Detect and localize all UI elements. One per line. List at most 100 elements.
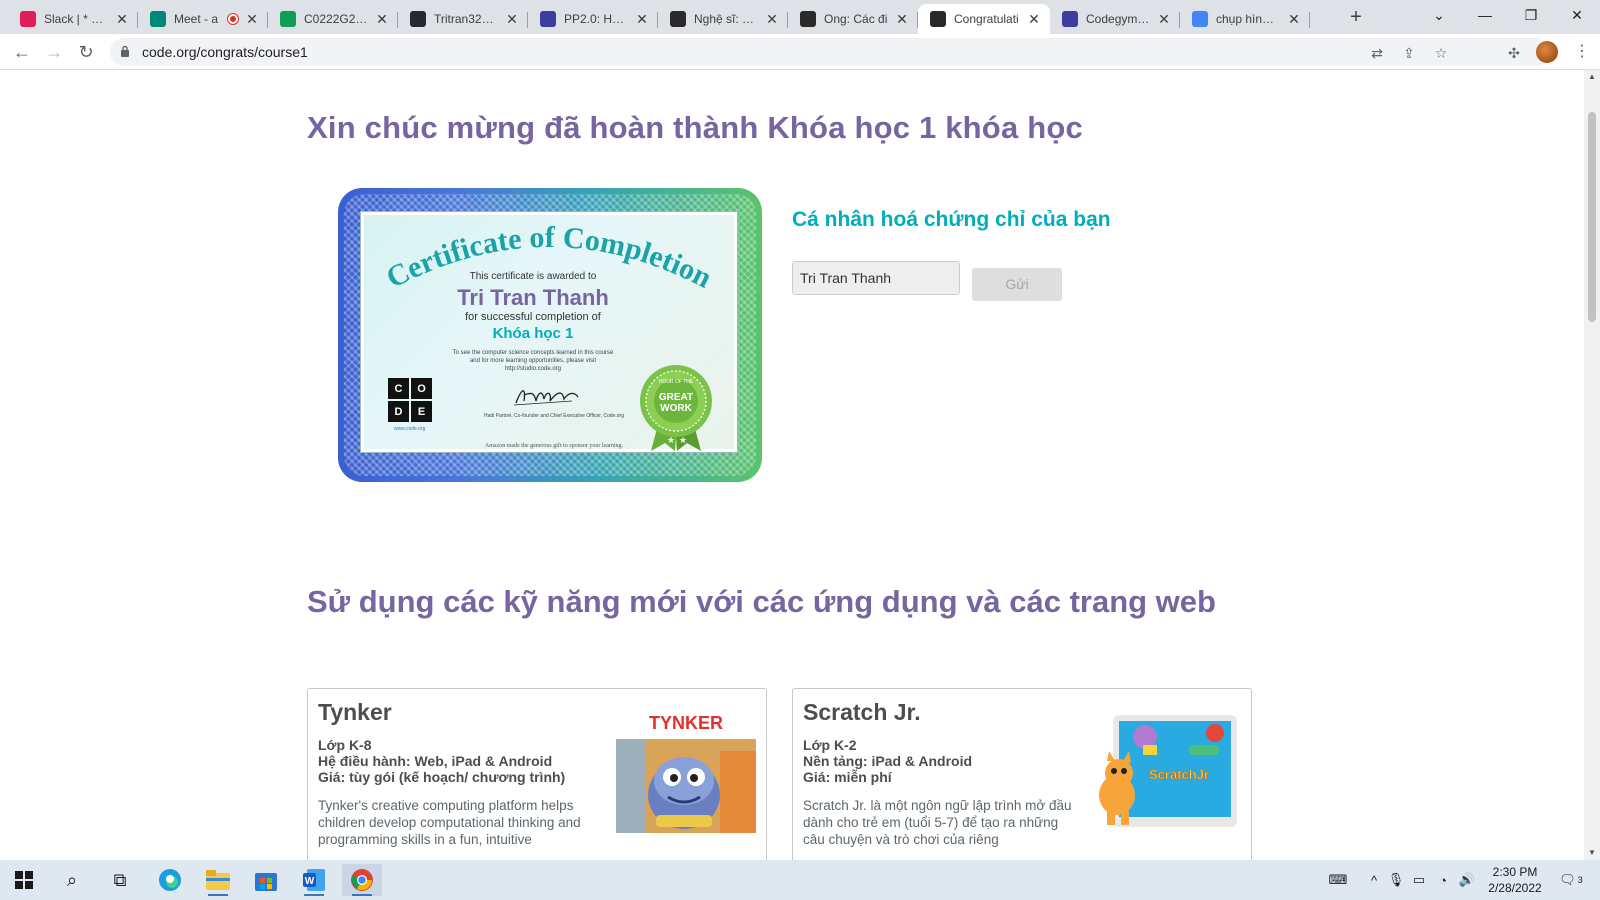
share-icon[interactable]: ⇪	[1400, 44, 1418, 62]
search-icon[interactable]: ⌕	[52, 864, 92, 896]
notification-count: 3	[1577, 875, 1583, 885]
keyboard-layout-icon[interactable]: ⌨	[1322, 860, 1354, 900]
browser-tab[interactable]: Ong: Các đi ✕	[788, 4, 918, 34]
signature-image	[513, 390, 579, 406]
browser-tab[interactable]: C0222G2 - lớ ✕	[268, 4, 398, 34]
scratch-jr-image[interactable]: ScratchJr	[1093, 711, 1243, 835]
tab-close-icon[interactable]: ✕	[114, 11, 130, 27]
tab-title[interactable]: Nghệ sĩ: vòn	[694, 12, 758, 26]
forward-button[interactable]: →	[40, 38, 68, 66]
scroll-thumb[interactable]	[1588, 112, 1596, 322]
browser-tab[interactable]: Tritran3295/C ✕	[398, 4, 528, 34]
card-price: Giá: tùy gói (kế hoạch/ chương trình)	[318, 769, 566, 785]
name-input[interactable]: Tri Tran Thanh	[792, 261, 960, 295]
notification-center-icon[interactable]: 🗨 3	[1556, 860, 1586, 900]
volume-icon[interactable]: 🔊	[1456, 860, 1478, 900]
battery-icon[interactable]: ▭	[1408, 860, 1430, 900]
codegym-icon	[1062, 11, 1078, 27]
scroll-down-arrow[interactable]: ▼	[1584, 846, 1600, 860]
browser-tab[interactable]: chụp hình lại ✕	[1180, 4, 1310, 34]
app-card-scratch-jr[interactable]: Scratch Jr. Lớp K-2 Nền tảng: iPad & And…	[792, 688, 1252, 860]
bookmark-star-icon[interactable]: ☆	[1432, 44, 1450, 62]
scroll-up-arrow[interactable]: ▲	[1584, 70, 1600, 84]
tab-title[interactable]: chụp hình lại	[1216, 12, 1280, 26]
browser-tab[interactable]: Slack | * c0222 ✕	[8, 4, 138, 34]
translate-icon[interactable]: ⇄	[1368, 44, 1386, 62]
windows-taskbar: ⌕ ⧉ W ⌨ ^ 🎙 ▭ ◔ 🔊 2:30 PM 2/28/2022 🗨 3	[0, 860, 1600, 900]
certificate-image: Certificate of Completion This certifica…	[338, 188, 762, 482]
tab-close-icon[interactable]: ✕	[1026, 11, 1042, 27]
minimize-button[interactable]: —	[1462, 0, 1508, 30]
tab-close-icon[interactable]: ✕	[894, 11, 910, 27]
wifi-icon[interactable]: ◔	[1432, 860, 1454, 900]
microsoft-store-icon[interactable]	[246, 864, 286, 896]
tab-title[interactable]: Slack | * c0222	[44, 12, 108, 26]
send-button[interactable]: Gửi	[972, 268, 1062, 301]
word-icon[interactable]: W	[294, 864, 334, 896]
tab-close-icon[interactable]: ✕	[1156, 11, 1172, 27]
profile-avatar[interactable]	[1536, 41, 1558, 63]
github-icon	[410, 11, 426, 27]
vertical-scrollbar[interactable]: ▲ ▼	[1584, 70, 1600, 860]
restore-button[interactable]: ❐	[1508, 0, 1554, 30]
card-title[interactable]: Tynker	[318, 699, 392, 726]
page-title: Xin chúc mừng đã hoàn thành Khóa học 1 k…	[307, 110, 1083, 145]
card-grade: Lớp K-2	[803, 737, 857, 753]
microphone-icon[interactable]: 🎙	[1386, 860, 1406, 900]
code-org-url: www.code.org	[394, 426, 426, 432]
card-price: Giá: miễn phí	[803, 769, 892, 785]
chrome-icon[interactable]	[342, 864, 382, 896]
certificate-for-text: for successful completion of	[465, 311, 601, 323]
clock-date[interactable]: 2/28/2022	[1480, 880, 1550, 896]
extensions-icon[interactable]: ✣	[1505, 44, 1523, 62]
card-description: Tynker's creative computing platform hel…	[318, 798, 581, 847]
browser-tab[interactable]: PP2.0: Hoàn ✕	[528, 4, 658, 34]
address-bar[interactable]: code.org/congrats/course1 ⇄ ⇪ ☆	[110, 38, 1550, 66]
browser-tab[interactable]: CodegymKe ✕	[1050, 4, 1180, 34]
tab-close-icon[interactable]: ✕	[764, 11, 780, 27]
card-title[interactable]: Scratch Jr.	[803, 699, 921, 726]
tab-close-icon[interactable]: ✕	[504, 11, 520, 27]
tab-search-button[interactable]: ⌄	[1416, 0, 1462, 30]
tab-close-icon[interactable]: ✕	[1286, 11, 1302, 27]
tab-close-icon[interactable]: ✕	[244, 11, 260, 27]
tab-title[interactable]: Ong: Các đi	[824, 12, 888, 26]
codeorg-icon	[670, 11, 686, 27]
url-text[interactable]: code.org/congrats/course1	[142, 44, 308, 60]
browser-tab[interactable]: Nghệ sĩ: vòn ✕	[658, 4, 788, 34]
tab-close-icon[interactable]: ✕	[634, 11, 650, 27]
tab-title[interactable]: C0222G2 - lớ	[304, 12, 368, 26]
new-tab-button[interactable]: +	[1343, 5, 1369, 31]
start-windows-icon[interactable]	[4, 864, 44, 896]
tab-title[interactable]: CodegymKe	[1086, 12, 1150, 26]
edge-browser-icon[interactable]	[150, 864, 190, 896]
certificate-awarded-text: This certificate is awarded to	[469, 271, 597, 282]
tynker-image[interactable]: TYNKER	[616, 711, 756, 833]
tab-title[interactable]: Meet - a	[174, 12, 224, 26]
lock-icon[interactable]	[120, 45, 130, 57]
show-hidden-icons-icon[interactable]: ^	[1364, 860, 1384, 900]
certificate-sponsor-text: Amazon made the generous gift to sponsor…	[484, 443, 624, 449]
tab-title[interactable]: PP2.0: Hoàn	[564, 12, 628, 26]
code-org-logo: C O D E	[388, 378, 432, 422]
tab-title[interactable]: Tritran3295/C	[434, 12, 498, 26]
file-explorer-icon[interactable]	[198, 864, 238, 896]
tab-title[interactable]: Congratulati	[954, 12, 1020, 26]
logo-letter: C	[388, 378, 409, 399]
back-button[interactable]: ←	[8, 38, 36, 66]
close-window-button[interactable]: ✕	[1554, 0, 1600, 30]
card-platform: Hệ điều hành: Web, iPad & Android	[318, 753, 553, 769]
section-heading: Sử dụng các kỹ năng mới với các ứng dụng…	[307, 584, 1216, 619]
browser-tab[interactable]: Congratulati ✕	[918, 4, 1050, 34]
browser-tab[interactable]: Meet - a ✕	[138, 4, 268, 34]
app-card-tynker[interactable]: Tynker Lớp K-8 Hệ điều hành: Web, iPad &…	[307, 688, 767, 860]
card-description: Scratch Jr. là một ngôn ngữ lập trình mở…	[803, 798, 1072, 847]
system-clock[interactable]: 2:30 PM 2/28/2022	[1480, 864, 1550, 896]
reload-button[interactable]: ↻	[72, 38, 100, 66]
tab-close-icon[interactable]: ✕	[374, 11, 390, 27]
clock-time[interactable]: 2:30 PM	[1480, 864, 1550, 880]
page-viewport: Xin chúc mừng đã hoàn thành Khóa học 1 k…	[0, 70, 1584, 860]
svg-text:ScratchJr: ScratchJr	[1149, 767, 1209, 782]
task-view-icon[interactable]: ⧉	[100, 864, 140, 896]
menu-icon[interactable]: ⋮	[1574, 40, 1590, 64]
